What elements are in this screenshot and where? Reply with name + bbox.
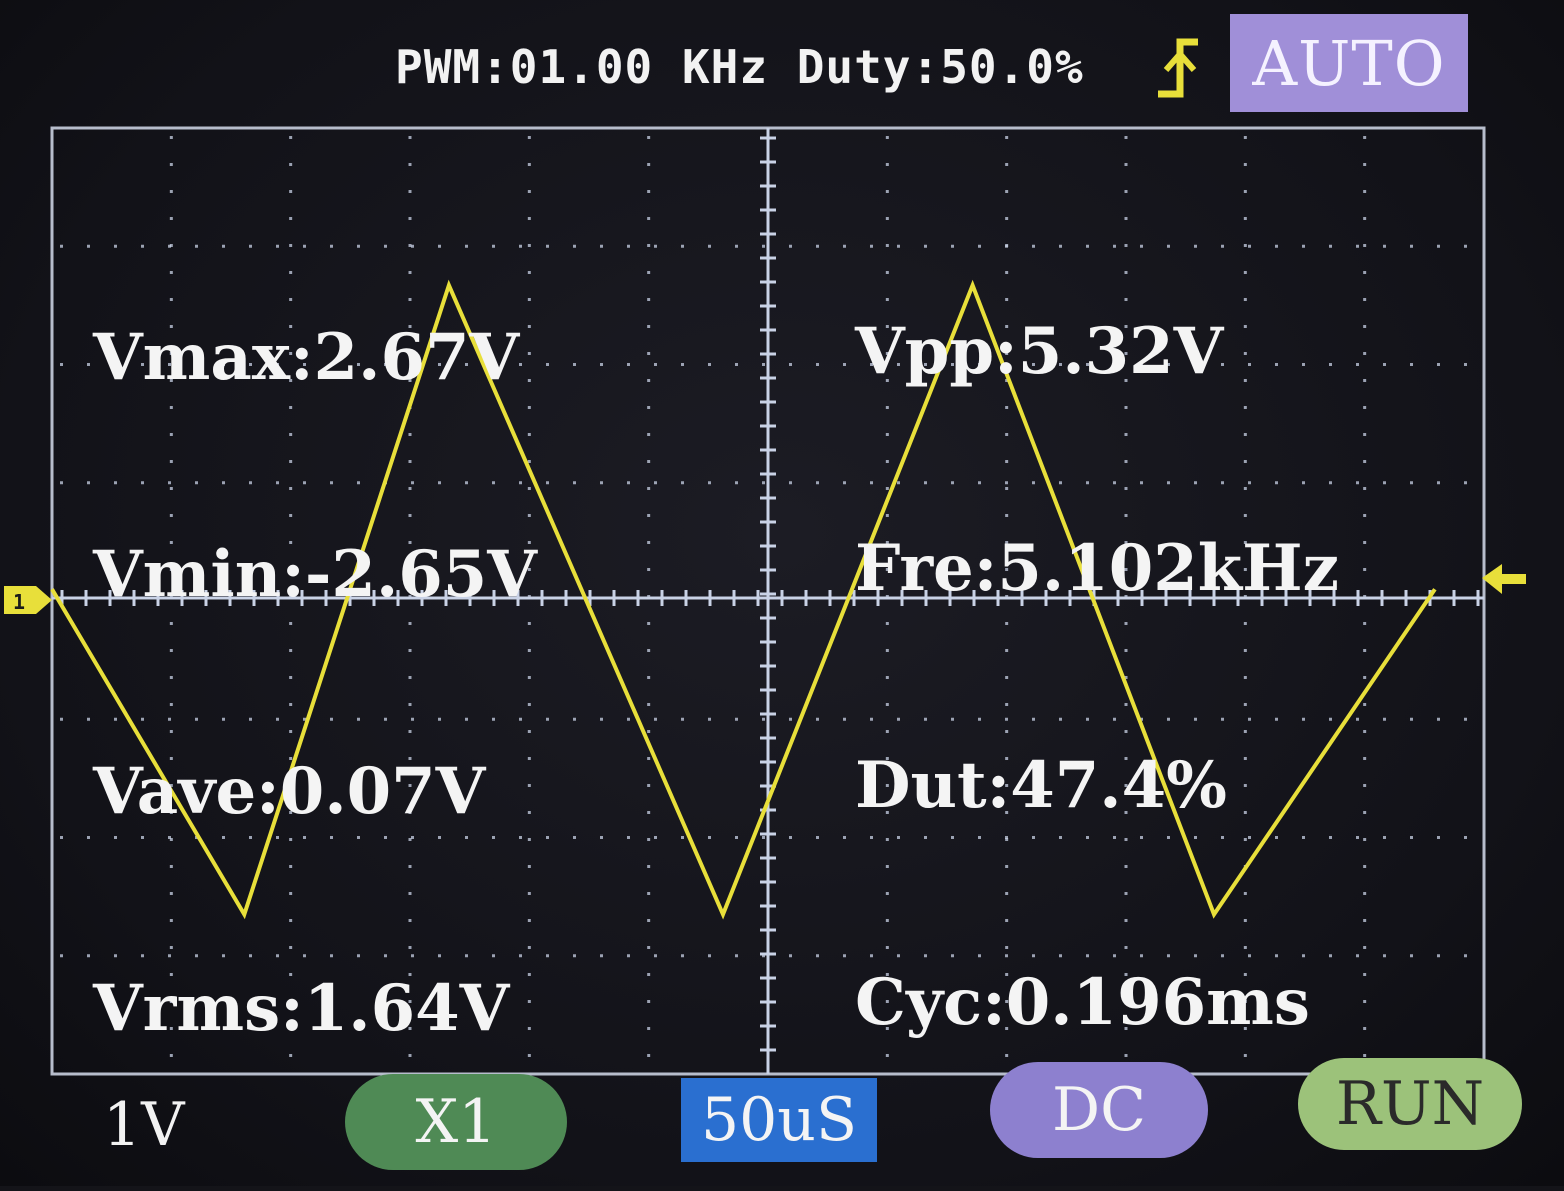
measurements-left: Vmax:2.67V Vmin:-2.65V Vave:0.07V Vrms:1… [93, 178, 537, 1190]
probe-attenuation-button[interactable]: X1 [345, 1074, 567, 1170]
coupling-button[interactable]: DC [990, 1062, 1208, 1158]
vmin-readout: Vmin:-2.65V [93, 537, 537, 612]
measurements-right: Vpp:5.32V Fre:5.102kHz Dut:47.4% Cyc:0.1… [855, 172, 1339, 1184]
timebase-button[interactable]: 50uS [681, 1078, 877, 1162]
channel-number: 1 [13, 590, 25, 614]
vave-readout: Vave:0.07V [93, 754, 486, 829]
vmax-readout: Vmax:2.67V [93, 320, 520, 395]
trigger-level-arrow-icon[interactable] [1482, 564, 1526, 594]
vpp-readout: Vpp:5.32V [855, 314, 1224, 389]
oscilloscope-screen: PWM:01.00 KHz Duty:50.0% AUTO 1 Vmax:2.6… [0, 0, 1564, 1186]
vrms-readout: Vrms:1.64V [93, 971, 510, 1046]
frequency-readout: Fre:5.102kHz [855, 531, 1339, 606]
volts-per-div-label[interactable]: 1V [103, 1090, 185, 1160]
run-stop-button[interactable]: RUN [1298, 1058, 1522, 1150]
channel-1-marker-icon[interactable]: 1 [4, 586, 52, 614]
duty-readout: Dut:47.4% [855, 748, 1227, 823]
cycle-readout: Cyc:0.196ms [855, 965, 1310, 1040]
